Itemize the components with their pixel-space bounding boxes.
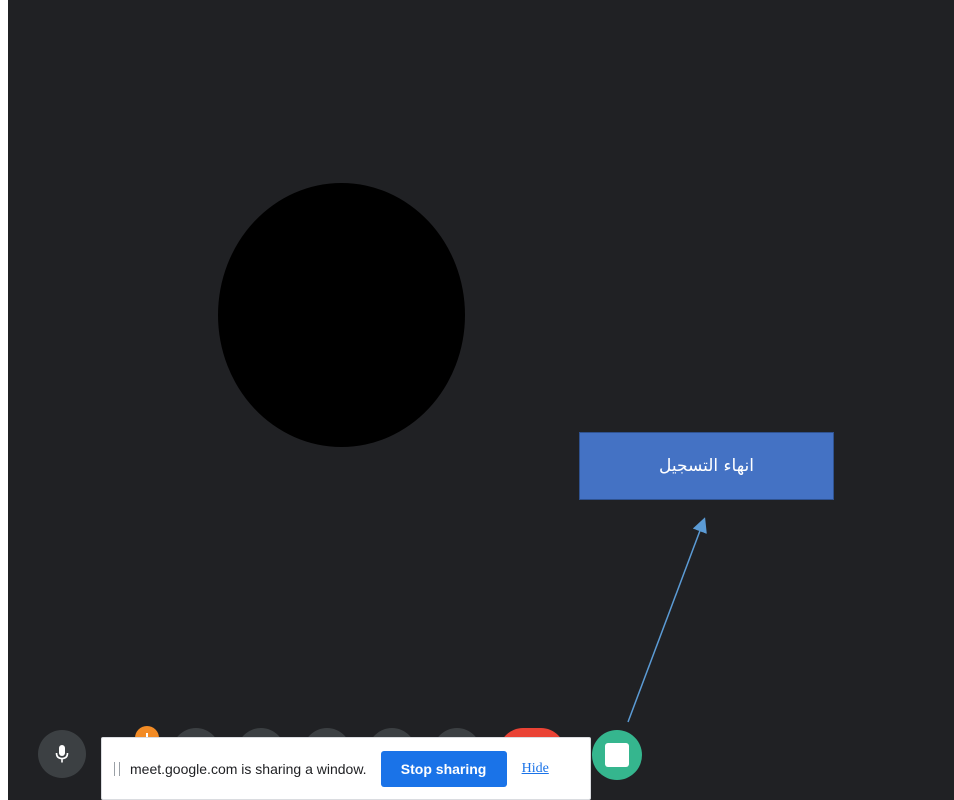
stop-recording-icon (605, 743, 629, 767)
sharing-message: meet.google.com is sharing a window. (130, 760, 367, 777)
microphone-button[interactable] (38, 730, 86, 778)
callout-label: انهاء التسجيل (658, 456, 755, 476)
annotation-callout: انهاء التسجيل (579, 432, 834, 500)
screen-share-bar: meet.google.com is sharing a window. Sto… (101, 737, 591, 800)
participant-avatar (218, 183, 465, 447)
microphone-icon (55, 745, 69, 763)
hide-link[interactable]: Hide (522, 761, 549, 777)
stop-sharing-button[interactable]: Stop sharing (380, 750, 507, 787)
drag-handle-icon[interactable] (114, 761, 120, 776)
meeting-stage: انهاء التسجيل meet.google.com is sharing… (8, 0, 954, 800)
stop-recording-button[interactable] (592, 730, 642, 780)
